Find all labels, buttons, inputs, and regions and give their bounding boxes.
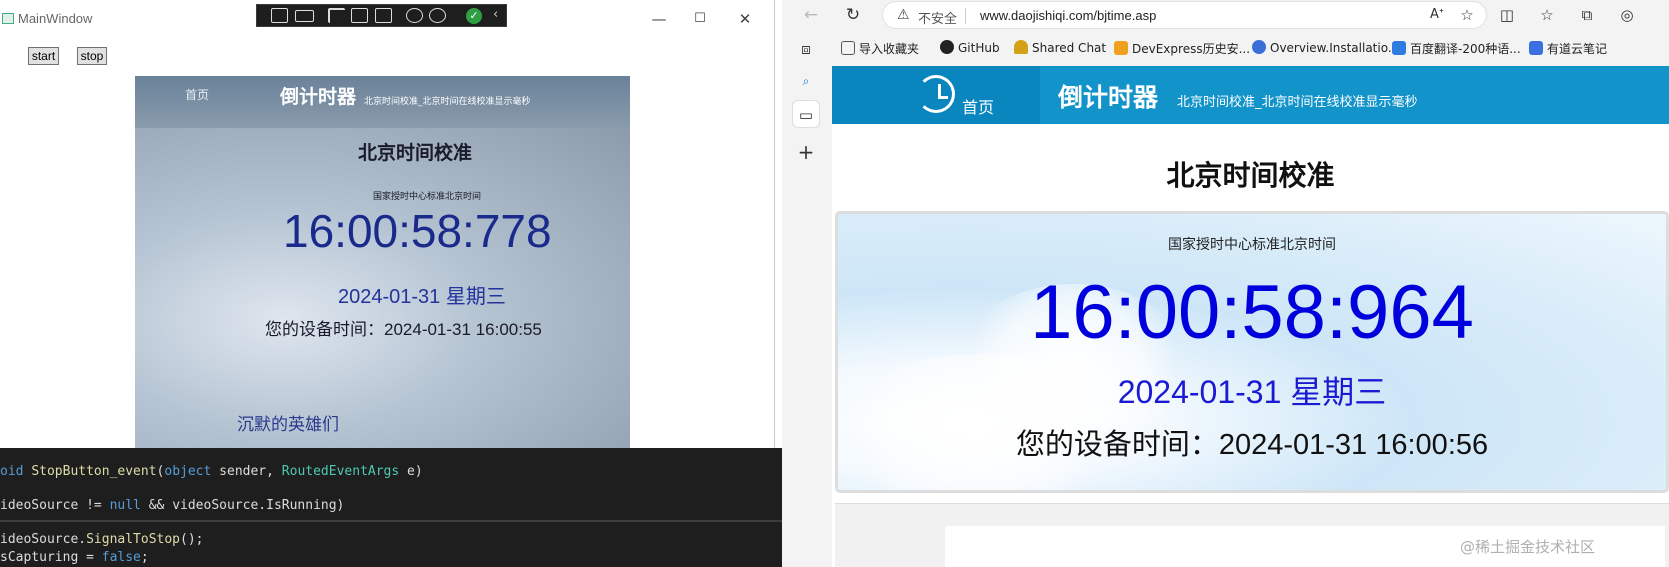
maximize-button[interactable]: ☐ xyxy=(689,8,711,30)
profile-icon[interactable]: ◎ xyxy=(1617,5,1637,25)
close-button[interactable]: ✕ xyxy=(734,8,756,30)
bookmark-item[interactable]: 有道云笔记 xyxy=(1529,40,1607,57)
window-title: MainWindow xyxy=(18,11,93,26)
code-line-1: oid StopButton_event(object sender, Rout… xyxy=(0,464,423,479)
code-line-2: ideoSource != null && videoSource.IsRunn… xyxy=(0,498,345,513)
app-icon xyxy=(2,13,14,24)
device-time-display: 您的设备时间：2024-01-31 16:00:56 xyxy=(1015,429,1489,461)
start-button[interactable]: start xyxy=(28,47,59,65)
github-icon xyxy=(940,40,954,54)
watermark: @稀土掘金技术社区 xyxy=(1460,538,1596,556)
preview-heading: 北京时间校准 xyxy=(358,142,473,164)
page-title: 北京时间校准 xyxy=(1166,159,1335,192)
trophy-icon xyxy=(1114,41,1128,55)
preview-site-subtitle: 北京时间校准_北京时间在线校准显示毫秒 xyxy=(364,97,531,107)
standard-time-caption: 国家授时中心标准北京时间 xyxy=(1168,237,1336,253)
insecure-label[interactable]: 不安全 xyxy=(918,8,957,27)
bookmarks-bar: 导入收藏夹 GitHub Shared Chat DevExpress历史安..… xyxy=(832,35,1669,61)
preview-home-label: 首页 xyxy=(185,88,210,102)
select-element-icon[interactable] xyxy=(271,8,288,23)
vertical-tabs: ⧈ ⌕ ▭ + xyxy=(782,35,830,567)
favorite-star-icon[interactable]: ☆ xyxy=(1457,5,1477,25)
code-editor[interactable]: oid StopButton_event(object sender, Rout… xyxy=(0,448,782,567)
tab-search-icon[interactable]: ⌕ xyxy=(792,67,820,95)
track-focus-icon[interactable] xyxy=(375,8,392,23)
main-window: MainWindow — ☐ ✕ ✓ ‹ start stop 首页 倒计时器 … xyxy=(0,0,775,448)
youdao-note-icon xyxy=(1529,41,1543,55)
date-display: 2024-01-31 星期三 xyxy=(1117,374,1387,410)
site-header: 首页 倒计时器 北京时间校准_北京时间在线校准显示毫秒 xyxy=(832,66,1669,124)
import-favorites-icon xyxy=(841,41,855,55)
preview-time: 16:00:58:778 xyxy=(283,205,552,257)
tab-actions-icon[interactable]: ⧈ xyxy=(792,35,820,63)
preview-site-title: 倒计时器 xyxy=(280,86,357,108)
binding-ok-icon[interactable]: ✓ xyxy=(466,8,482,24)
edge-browser: ← ↻ ⚠ 不安全 www.daojishiqi.com/bjtime.asp … xyxy=(782,0,1669,567)
bookmark-item[interactable]: GitHub xyxy=(940,40,1000,55)
address-bar[interactable]: ⚠ 不安全 www.daojishiqi.com/bjtime.asp xyxy=(882,1,1487,29)
address-divider xyxy=(965,8,966,24)
visual-studio-icon xyxy=(1252,40,1266,54)
favorites-icon[interactable]: ☆ xyxy=(1537,5,1557,25)
read-aloud-icon[interactable]: Aᐩ xyxy=(1427,5,1447,25)
bookmark-item[interactable]: DevExpress历史安... xyxy=(1114,40,1250,57)
display-layout-icon[interactable] xyxy=(351,8,368,23)
home-link[interactable]: 首页 xyxy=(962,94,994,118)
url-text[interactable]: www.daojishiqi.com/bjtime.asp xyxy=(980,8,1156,23)
home-nav-block[interactable]: 首页 xyxy=(832,66,1040,124)
accessibility-icon[interactable] xyxy=(429,8,446,23)
linux-penguin-icon xyxy=(1014,40,1028,54)
tab-current-page-icon[interactable]: ▭ xyxy=(792,100,820,128)
preview-date: 2024-01-31 星期三 xyxy=(338,286,506,308)
time-panel: 国家授时中心标准北京时间 16:00:58:964 2024-01-31 星期三… xyxy=(835,211,1669,493)
collapse-chevron-icon[interactable]: ‹ xyxy=(493,7,498,22)
split-screen-icon[interactable]: ◫ xyxy=(1497,5,1517,25)
hot-reload-icon[interactable] xyxy=(406,8,423,23)
pointer-icon[interactable] xyxy=(328,8,345,23)
beijing-time-display: 16:00:58:964 xyxy=(1030,270,1474,355)
minimize-button[interactable]: — xyxy=(648,8,670,30)
camera-preview: 首页 倒计时器 北京时间校准_北京时间在线校准显示毫秒 北京时间校准 国家授时中… xyxy=(135,76,630,448)
site-subtitle: 北京时间校准_北京时间在线校准显示毫秒 xyxy=(1177,95,1418,110)
lower-section xyxy=(835,503,1669,567)
refresh-icon[interactable]: ↻ xyxy=(841,3,865,27)
bookmark-item[interactable]: 百度翻译-200种语... xyxy=(1392,40,1521,57)
bookmark-item[interactable]: 导入收藏夹 xyxy=(841,40,919,57)
bookmark-item[interactable]: Shared Chat xyxy=(1014,40,1106,55)
bookmark-item[interactable]: Overview.Installatio... xyxy=(1252,40,1399,55)
code-line-3: ideoSource.SignalToStop(); xyxy=(0,532,204,547)
new-tab-icon[interactable]: + xyxy=(792,138,820,166)
preview-caption: 国家授时中心标准北京时间 xyxy=(373,192,482,202)
baidu-translate-icon xyxy=(1392,41,1406,55)
clock-icon xyxy=(917,75,955,113)
collections-icon[interactable]: ⧉ xyxy=(1577,5,1597,25)
site-title: 倒计时器 xyxy=(1058,83,1159,112)
stop-button[interactable]: stop xyxy=(77,47,107,65)
debug-toolbar: ✓ ‹ xyxy=(256,4,507,27)
web-page: 首页 倒计时器 北京时间校准_北京时间在线校准显示毫秒 北京时间校准 国家授时中… xyxy=(832,66,1669,567)
preview-device-time: 您的设备时间：2024-01-31 16:00:55 xyxy=(265,320,542,339)
video-icon[interactable] xyxy=(295,10,314,22)
address-toolbar: ← ↻ ⚠ 不安全 www.daojishiqi.com/bjtime.asp … xyxy=(782,0,1669,32)
code-line-4: sCapturing = false; xyxy=(0,550,149,565)
warning-icon[interactable]: ⚠ xyxy=(897,7,910,23)
preview-footer-text: 沉默的英雄们 xyxy=(237,415,339,435)
back-arrow-icon[interactable]: ← xyxy=(799,3,823,27)
editor-divider xyxy=(0,520,782,522)
